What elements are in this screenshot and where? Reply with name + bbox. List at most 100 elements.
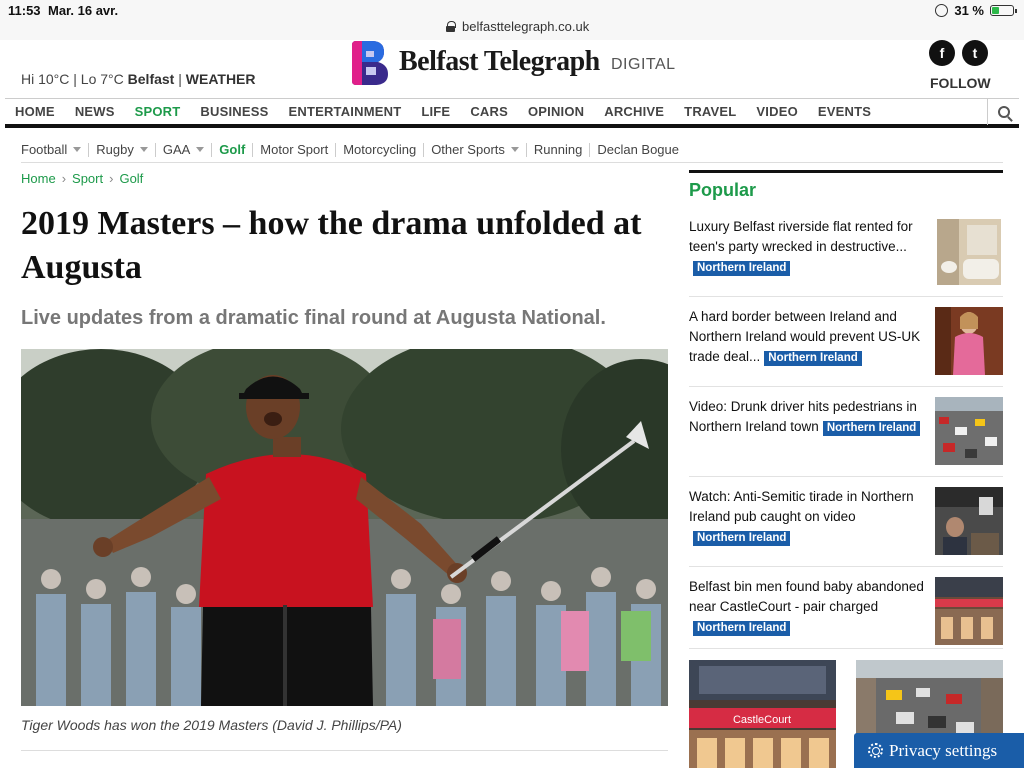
popular-thumbnail[interactable]: [937, 219, 1001, 285]
article-divider: [21, 750, 668, 751]
subnav-football[interactable]: Football: [21, 141, 90, 157]
weather-city: Belfast: [127, 71, 175, 87]
popular-item[interactable]: Video: Drunk driver hits pedestrians in …: [689, 397, 1003, 477]
search-button[interactable]: [987, 99, 1019, 125]
popular-item[interactable]: Belfast bin men found baby abandoned nea…: [689, 577, 1003, 649]
subnav-declan-bogue[interactable]: Declan Bogue: [590, 141, 686, 157]
popular-top-rule: [689, 170, 1003, 173]
popular-item-headline: Belfast bin men found baby abandoned nea…: [689, 579, 924, 614]
subnav-label: Football: [21, 141, 68, 157]
popular-item-text: Watch: Anti-Semitic tirade in Northern I…: [689, 487, 925, 547]
popular-item-tag[interactable]: Northern Ireland: [764, 351, 862, 366]
nav-home[interactable]: HOME: [5, 104, 65, 119]
popular-item-text: Video: Drunk driver hits pedestrians in …: [689, 397, 925, 437]
castlecourt-sign: CastleCourt: [733, 714, 791, 726]
battery-icon: [990, 5, 1017, 16]
social-links: f t: [929, 40, 988, 66]
popular-item[interactable]: Luxury Belfast riverside flat rented for…: [689, 217, 1003, 297]
breadcrumb-separator: ›: [61, 171, 67, 186]
subnav-motor-sport[interactable]: Motor Sport: [253, 141, 337, 157]
privacy-settings-button[interactable]: Privacy settings: [854, 733, 1024, 768]
featured-thumbnail-castlecourt[interactable]: CastleCourt: [689, 660, 836, 768]
popular-thumbnail[interactable]: [935, 487, 1003, 555]
popular-item-tag[interactable]: Northern Ireland: [693, 261, 791, 276]
gear-icon: [868, 743, 883, 758]
subnav-label: Running: [533, 141, 583, 157]
popular-item[interactable]: Watch: Anti-Semitic tirade in Northern I…: [689, 487, 1003, 567]
nav-sport[interactable]: SPORT: [125, 104, 191, 119]
traffic-thumbnail: [935, 397, 1003, 465]
popular-thumbnail[interactable]: [935, 577, 1003, 645]
breadcrumb: Home › Sport › Golf: [21, 171, 143, 186]
breadcrumb-golf[interactable]: Golf: [119, 171, 143, 186]
popular-thumbnail[interactable]: [935, 307, 1003, 375]
bathroom-thumbnail: [937, 219, 1001, 285]
subnav-label: GAA: [162, 141, 191, 157]
nav-video[interactable]: VIDEO: [746, 104, 807, 119]
breadcrumb-home[interactable]: Home: [21, 171, 56, 186]
nav-business[interactable]: BUSINESS: [190, 104, 278, 119]
weather-link[interactable]: WEATHER: [186, 71, 256, 87]
status-time: 11:53: [8, 3, 41, 18]
status-right: 31 %: [935, 3, 1017, 18]
subnav-golf[interactable]: Golf: [212, 141, 254, 157]
rotation-lock-icon: [935, 4, 949, 17]
article-headline: 2019 Masters – how the drama unfolded at…: [21, 205, 642, 286]
subnav-label: Motor Sport: [260, 141, 329, 157]
facebook-icon[interactable]: f: [929, 40, 955, 66]
popular-item-text: A hard border between Ireland and Northe…: [689, 307, 925, 367]
popular-item-tag[interactable]: Northern Ireland: [693, 621, 791, 636]
subnav-rugby[interactable]: Rugby: [89, 141, 156, 157]
nav-life[interactable]: LIFE: [411, 104, 460, 119]
ios-status-bar: 11:53 Mar. 16 avr. belfasttelegraph.co.u…: [0, 0, 1024, 40]
chevron-down-icon[interactable]: [510, 147, 519, 152]
weather-widget: Hi 10°C | Lo 7°C Belfast | WEATHER: [21, 71, 256, 87]
hero-image[interactable]: [21, 349, 668, 706]
address-bar[interactable]: belfasttelegraph.co.uk: [446, 19, 589, 34]
castlecourt-photo: CastleCourt: [689, 660, 836, 768]
logo-wordmark[interactable]: Belfast Telegraph: [399, 46, 600, 78]
subnav-label: Rugby: [96, 141, 134, 157]
nav-events[interactable]: EVENTS: [808, 104, 881, 119]
popular-thumbnail[interactable]: [935, 397, 1003, 465]
popular-item-text: Luxury Belfast riverside flat rented for…: [689, 217, 925, 277]
chevron-down-icon[interactable]: [196, 147, 205, 152]
nav-travel[interactable]: TRAVEL: [674, 104, 746, 119]
logo-digital: DIGITAL: [611, 56, 676, 73]
popular-item-headline: Luxury Belfast riverside flat rented for…: [689, 219, 913, 254]
subnav-other-sports[interactable]: Other Sports: [424, 141, 527, 157]
subnav-motorcycling[interactable]: Motorcycling: [336, 141, 425, 157]
subnav-running[interactable]: Running: [527, 141, 591, 157]
nav-entertainment[interactable]: ENTERTAINMENT: [278, 104, 411, 119]
lock-icon: [446, 21, 456, 32]
popular-item-tag[interactable]: Northern Ireland: [822, 421, 921, 436]
privacy-settings-label: Privacy settings: [889, 740, 998, 760]
battery-percent: 31 %: [954, 3, 984, 18]
logo-b-mark[interactable]: [350, 39, 390, 87]
nav-opinion[interactable]: OPINION: [518, 104, 594, 119]
chevron-down-icon[interactable]: [139, 147, 148, 152]
breadcrumb-separator: ›: [109, 171, 114, 186]
subnav-label: Motorcycling: [343, 141, 417, 157]
weather-temps: Hi 10°C | Lo 7°C: [21, 71, 124, 87]
popular-item[interactable]: A hard border between Ireland and Northe…: [689, 307, 1003, 387]
castlecourt-thumbnail: [935, 577, 1003, 645]
pub-thumbnail: [935, 487, 1003, 555]
subnav-label: Golf: [219, 141, 246, 157]
popular-item-tag[interactable]: Northern Ireland: [693, 531, 791, 546]
search-icon: [997, 106, 1010, 118]
nav-archive[interactable]: ARCHIVE: [594, 104, 674, 119]
nav-cars[interactable]: CARS: [460, 104, 518, 119]
weather-sep: |: [178, 71, 182, 87]
breadcrumb-sport[interactable]: Sport: [72, 171, 103, 186]
subnav-label: Declan Bogue: [597, 141, 679, 157]
twitter-icon[interactable]: t: [962, 40, 988, 66]
main-nav: HOME NEWS SPORT BUSINESS ENTERTAINMENT L…: [5, 98, 1019, 128]
nav-news[interactable]: NEWS: [65, 104, 125, 119]
status-date: Mar. 16 avr.: [48, 3, 119, 18]
address-url: belfasttelegraph.co.uk: [462, 19, 590, 34]
chevron-down-icon[interactable]: [73, 147, 82, 152]
subnav-label: Other Sports: [431, 141, 505, 157]
popular-heading: Popular: [689, 180, 757, 200]
subnav-gaa[interactable]: GAA: [156, 141, 213, 157]
